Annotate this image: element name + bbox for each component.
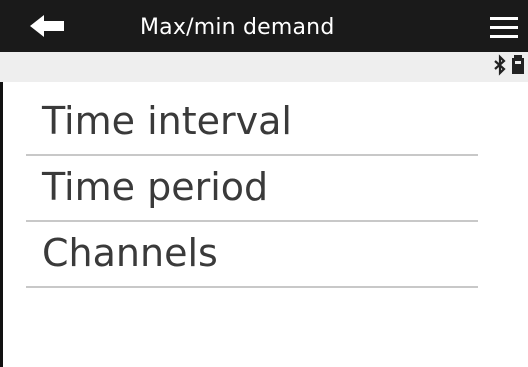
menu-button[interactable] <box>484 12 528 48</box>
back-button[interactable] <box>22 8 74 44</box>
bluetooth-icon <box>494 54 506 76</box>
battery-icon <box>512 55 524 74</box>
menu-item-label: Time period <box>42 165 269 209</box>
status-icons <box>490 54 528 76</box>
menu-item-time-interval[interactable]: Time interval <box>26 90 478 156</box>
status-strip <box>0 52 528 82</box>
menu-item-time-period[interactable]: Time period <box>26 156 478 222</box>
menu-item-channels[interactable]: Channels <box>26 222 478 288</box>
menu-item-label: Time interval <box>42 99 292 143</box>
page-title: Max/min demand <box>140 15 335 40</box>
hamburger-menu-icon <box>490 17 518 38</box>
menu-list: Time interval Time period Channels <box>26 90 478 288</box>
left-arrow-icon <box>30 15 64 37</box>
menu-item-label: Channels <box>42 231 218 275</box>
title-bar: Max/min demand <box>0 0 528 52</box>
